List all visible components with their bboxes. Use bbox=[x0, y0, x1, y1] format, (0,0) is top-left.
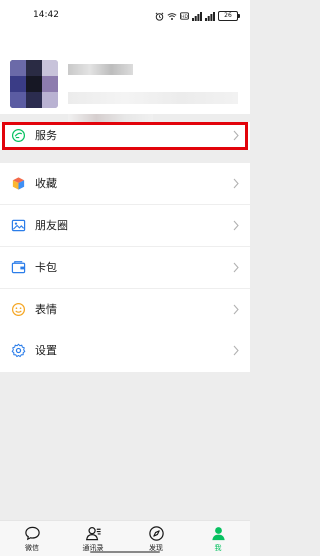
settings-section: 设置 bbox=[0, 330, 250, 372]
menu-label-stickers: 表情 bbox=[35, 303, 57, 316]
menu-item-settings[interactable]: 设置 bbox=[0, 330, 250, 372]
contacts-person-icon bbox=[68, 525, 118, 542]
menu-label-favorites: 收藏 bbox=[35, 177, 57, 190]
menu-label-settings: 设置 bbox=[35, 344, 57, 357]
chevron-right-icon bbox=[233, 345, 239, 356]
profile-header[interactable] bbox=[0, 34, 250, 122]
status-bar: 14:42 HD 26 bbox=[0, 0, 250, 34]
menu-item-favorites[interactable]: 收藏 bbox=[0, 163, 250, 205]
tab-contacts[interactable]: 通讯录 bbox=[68, 525, 118, 553]
wallet-icon bbox=[11, 260, 26, 275]
tab-discover[interactable]: 发现 bbox=[131, 525, 181, 553]
menu-item-moments[interactable]: 朋友圈 bbox=[0, 205, 250, 247]
status-time: 14:42 bbox=[33, 10, 59, 20]
menu-item-cards[interactable]: 卡包 bbox=[0, 247, 250, 289]
menu-item-stickers[interactable]: 表情 bbox=[0, 289, 250, 331]
status-obscured bbox=[68, 114, 153, 122]
wifi-icon bbox=[167, 12, 177, 21]
tab-me[interactable]: 我 bbox=[193, 525, 243, 553]
gear-icon bbox=[11, 343, 26, 358]
wechat-id-obscured bbox=[68, 92, 238, 104]
menu-label-cards: 卡包 bbox=[35, 261, 57, 274]
menu-item-services[interactable]: 服务 bbox=[0, 122, 250, 150]
me-person-icon bbox=[193, 525, 243, 542]
battery-icon: 26 bbox=[218, 11, 240, 21]
services-icon bbox=[11, 128, 26, 143]
chevron-right-icon bbox=[233, 220, 239, 231]
tab-chats[interactable]: 微信 bbox=[7, 525, 57, 553]
status-icons: HD 26 bbox=[155, 11, 240, 21]
alarm-icon bbox=[155, 12, 164, 21]
signal-icon-2 bbox=[205, 11, 215, 21]
menu-label-moments: 朋友圈 bbox=[35, 219, 68, 232]
svg-text:HD: HD bbox=[181, 14, 188, 20]
chevron-right-icon bbox=[233, 262, 239, 273]
hd-icon: HD bbox=[180, 12, 189, 20]
services-section: 服务 bbox=[0, 122, 250, 150]
tab-label-me: 我 bbox=[214, 544, 222, 552]
main-section: 收藏 朋友圈 卡包 表情 bbox=[0, 163, 250, 331]
chat-bubble-icon bbox=[7, 525, 57, 542]
chevron-right-icon bbox=[233, 178, 239, 189]
compass-icon bbox=[131, 525, 181, 542]
smiley-icon bbox=[11, 302, 26, 317]
avatar[interactable] bbox=[10, 60, 58, 108]
signal-icon bbox=[192, 11, 202, 21]
chevron-right-icon bbox=[233, 304, 239, 315]
menu-label-services: 服务 bbox=[35, 129, 57, 142]
chevron-right-icon bbox=[233, 130, 239, 141]
nickname-obscured bbox=[68, 64, 133, 75]
favorites-box-icon bbox=[11, 176, 26, 191]
home-indicator bbox=[90, 551, 160, 553]
moments-photo-icon bbox=[11, 218, 26, 233]
tab-label-chats: 微信 bbox=[25, 544, 39, 552]
